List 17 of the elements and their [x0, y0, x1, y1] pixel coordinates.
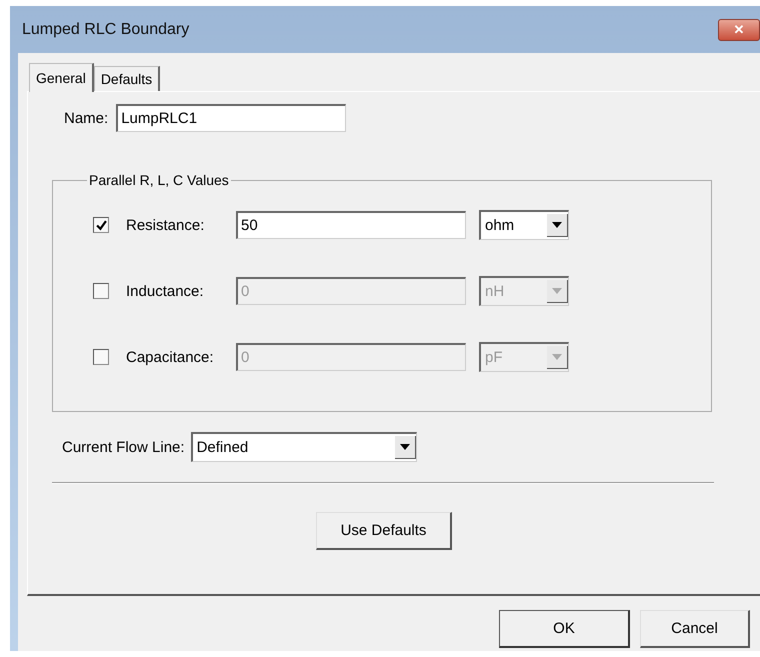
tab[interactable]: General [29, 63, 94, 92]
name-label: Name: [64, 110, 108, 126]
use-defaults-button[interactable]: Use Defaults [316, 512, 452, 550]
name-field[interactable]: LumpRLC1 [116, 104, 346, 132]
unit-dropdown[interactable]: ohm [479, 210, 569, 240]
ok-button[interactable]: OK [499, 610, 630, 648]
window-title: Lumped RLC Boundary [22, 20, 190, 38]
value-field[interactable]: 50 [236, 211, 466, 239]
field-label: Inductance: [126, 282, 205, 300]
field-label: Resistance: [126, 216, 206, 234]
group-legend: Parallel R, L, C Values [87, 172, 231, 188]
current-flow-line-dropdown[interactable]: Defined [190, 432, 417, 462]
tab[interactable]: Defaults [94, 66, 160, 91]
cancel-button[interactable]: Cancel [640, 610, 750, 648]
checkbox[interactable] [93, 217, 109, 233]
current-flow-line-label: Current Flow Line: [62, 438, 185, 456]
field-label: Capacitance: [126, 348, 215, 366]
